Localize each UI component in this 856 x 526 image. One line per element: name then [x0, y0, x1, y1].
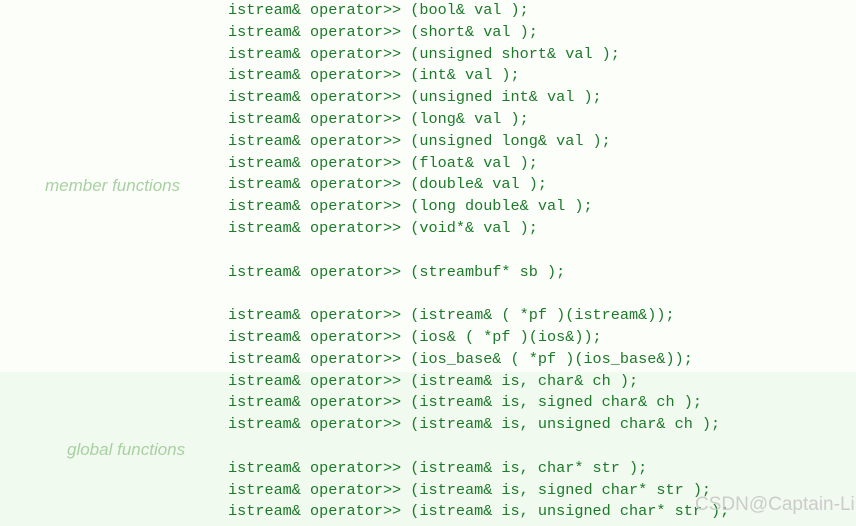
code-line: istream& operator>> (istream& ( *pf )(is…	[228, 306, 675, 325]
code-line: istream& operator>> (istream& is, char& …	[228, 371, 639, 390]
code-line: istream& operator>> (long double& val );	[228, 197, 593, 216]
code-listing-page: istream& operator>> (bool& val ); istream…	[0, 0, 856, 526]
code-line: istream& operator>> (ios& ( *pf )(ios&))…	[228, 327, 602, 346]
code-line: istream& operator>> (streambuf* sb );	[228, 262, 566, 281]
code-line: istream& operator>> (double& val );	[228, 175, 547, 194]
code-listing: istream& operator>> (bool& val ); istream…	[228, 0, 856, 523]
code-line: istream& operator>> (unsigned long& val …	[228, 131, 611, 150]
code-line: istream& operator>> (int& val );	[228, 66, 520, 85]
code-line: istream& operator>> (unsigned int& val )…	[228, 88, 602, 107]
member-functions-label: member functions	[45, 176, 181, 195]
global-functions-label: global functions	[67, 440, 186, 459]
code-line: istream& operator>> (bool& val );	[228, 1, 529, 19]
code-line: istream& operator>> (istream& is, signed…	[228, 393, 702, 412]
code-line: istream& operator>> (short& val );	[228, 22, 538, 41]
code-line: istream& operator>> (istream& is, unsign…	[228, 502, 730, 521]
code-line: istream& operator>> (void*& val );	[228, 218, 538, 237]
code-line: istream& operator>> (float& val );	[228, 153, 538, 172]
code-line: istream& operator>> (istream& is, signed…	[228, 480, 712, 499]
code-line: istream& operator>> (long& val );	[228, 109, 529, 128]
code-line: istream& operator>> (istream& is, char* …	[228, 458, 648, 477]
code-line: istream& operator>> (unsigned short& val…	[228, 44, 620, 63]
code-line: istream& operator>> (ios_base& ( *pf )(i…	[228, 349, 693, 368]
code-line: istream& operator>> (istream& is, unsign…	[228, 415, 721, 434]
